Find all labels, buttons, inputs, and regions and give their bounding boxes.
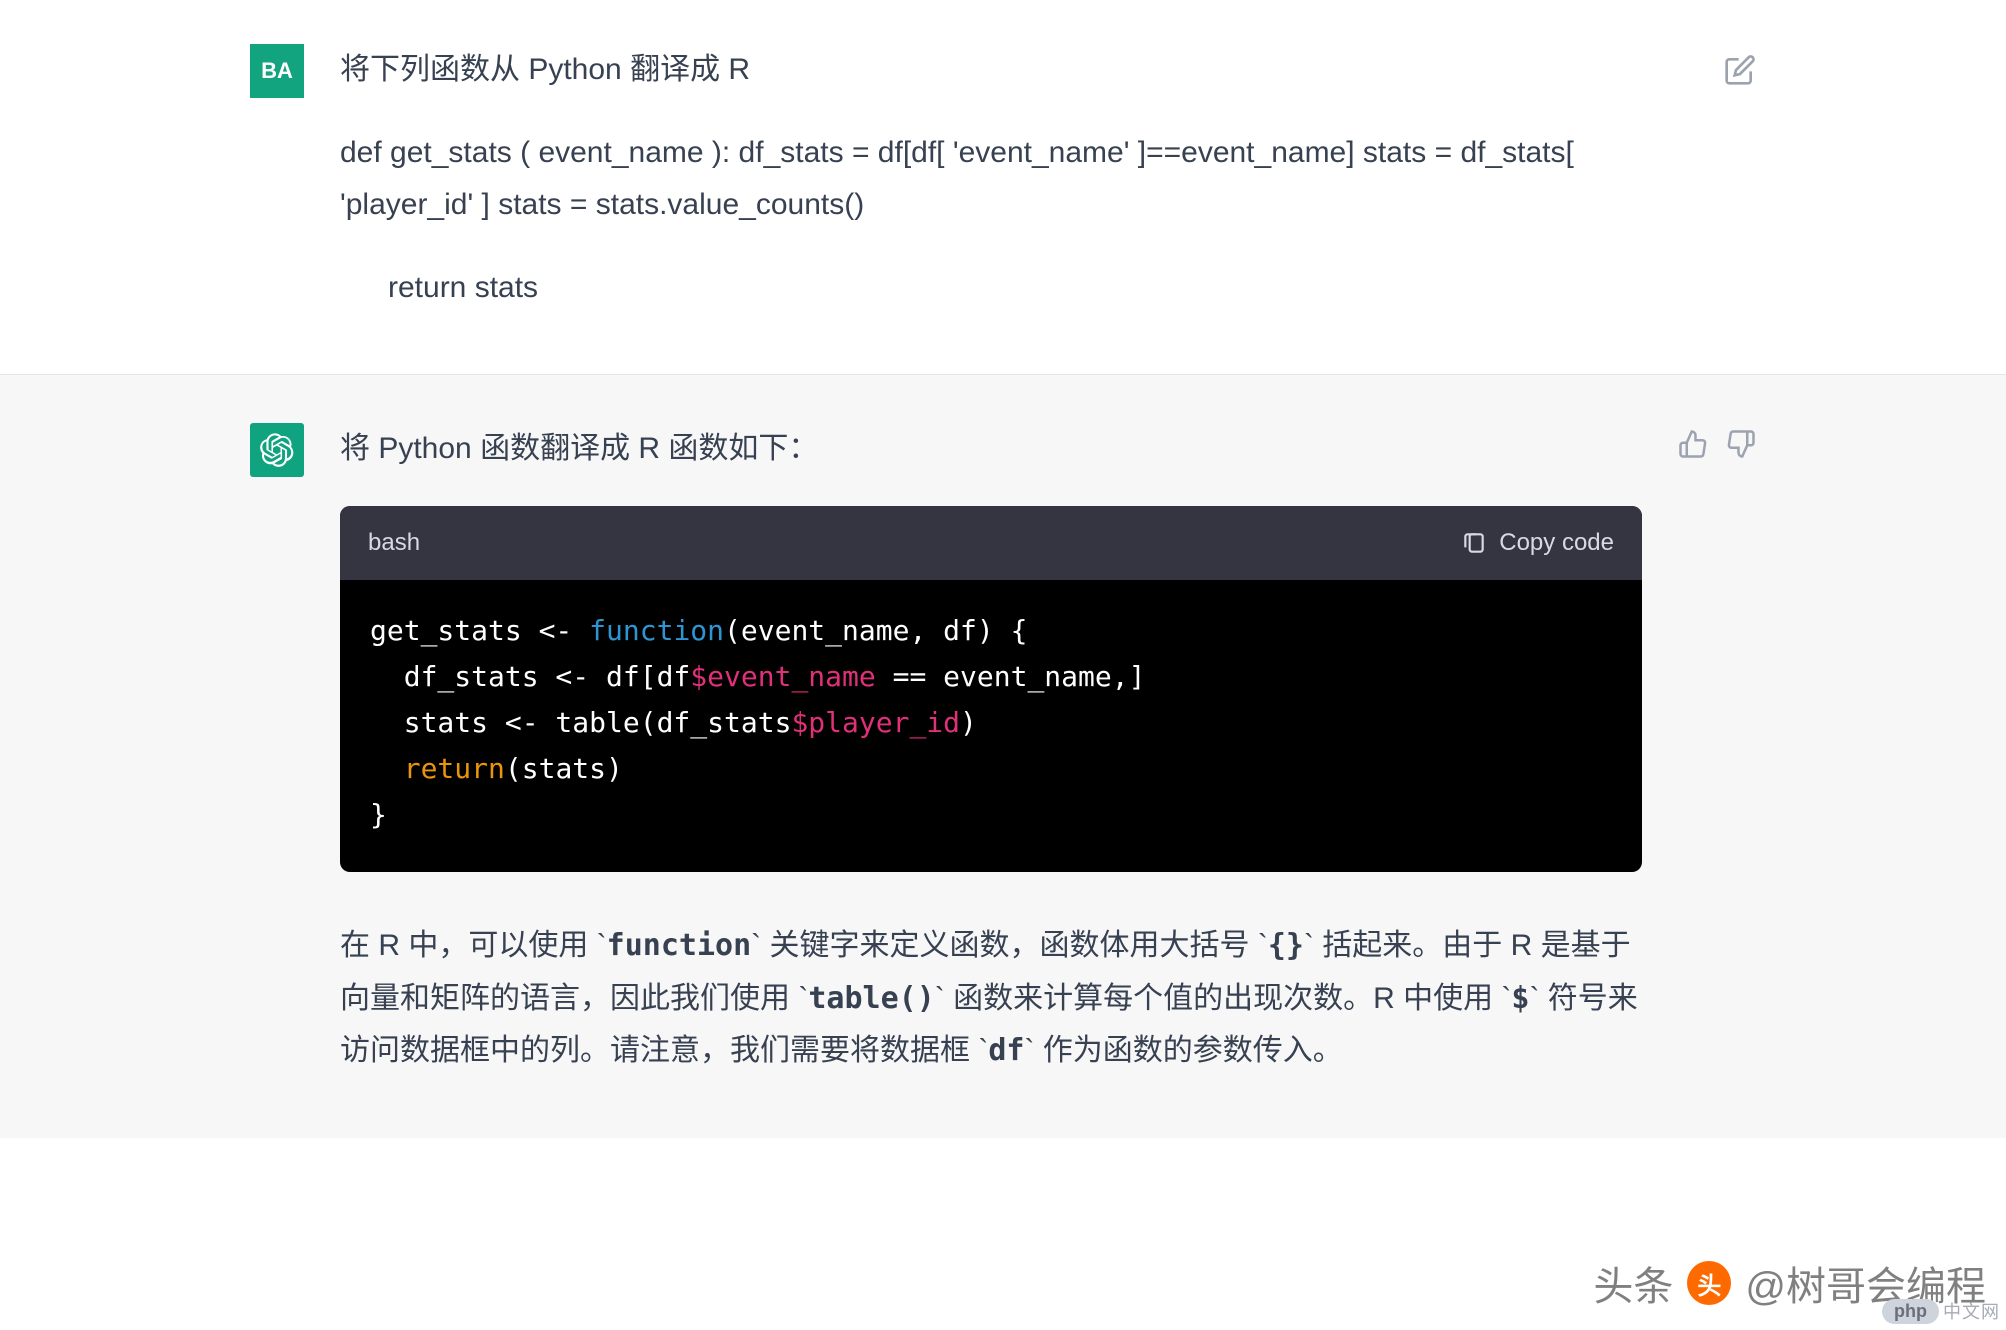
copy-code-label: Copy code: [1499, 522, 1614, 564]
code-token: }: [370, 798, 387, 831]
user-avatar: BA: [250, 44, 304, 98]
user-code-line: def get_stats ( event_name ): df_stats =…: [340, 127, 1688, 232]
code-token: get_stats <-: [370, 614, 589, 647]
code-language-label: bash: [368, 522, 420, 564]
code-block: bash Copy code get_stats <- function(eve…: [340, 506, 1642, 873]
code-token: [370, 752, 404, 785]
code-body: get_stats <- function(event_name, df) { …: [340, 580, 1642, 873]
inline-code: table(): [808, 981, 934, 1016]
code-token: == event_name,]: [876, 660, 1146, 693]
assistant-intro: 将 Python 函数翻译成 R 函数如下：: [340, 423, 1642, 476]
assistant-content: 将 Python 函数翻译成 R 函数如下： bash Copy code ge…: [340, 423, 1642, 1078]
text: 在 R 中，可以使用 `: [340, 929, 607, 962]
assistant-message: 将 Python 函数翻译成 R 函数如下： bash Copy code ge…: [0, 374, 2006, 1138]
code-token: return: [404, 752, 505, 785]
user-message: BA 将下列函数从 Python 翻译成 R def get_stats ( e…: [0, 0, 2006, 374]
php-logo: php: [1882, 1299, 1939, 1324]
code-token: $player_id: [791, 706, 960, 739]
assistant-avatar: [250, 423, 304, 477]
user-prompt-title: 将下列函数从 Python 翻译成 R: [340, 44, 1688, 97]
text: ` 函数来计算每个值的出现次数。R 中使用 `: [935, 982, 1512, 1015]
watermark-logo-icon: 头: [1687, 1261, 1731, 1305]
watermark-prefix: 头条: [1593, 1254, 1673, 1312]
code-token: function: [589, 614, 724, 647]
feedback-buttons: [1678, 429, 1756, 1078]
assistant-explanation: 在 R 中，可以使用 `function` 关键字来定义函数，函数体用大括号 `…: [340, 920, 1642, 1078]
code-token: (event_name, df) {: [724, 614, 1027, 647]
thumbs-up-icon[interactable]: [1678, 429, 1708, 459]
copy-code-button[interactable]: Copy code: [1461, 522, 1614, 564]
user-code-line: return stats: [340, 262, 1688, 315]
edit-icon[interactable]: [1724, 54, 1756, 86]
clipboard-icon: [1461, 530, 1487, 556]
thumbs-down-icon[interactable]: [1726, 429, 1756, 459]
code-token: ): [960, 706, 977, 739]
code-header: bash Copy code: [340, 506, 1642, 580]
code-token: (stats): [505, 752, 623, 785]
code-token: $event_name: [690, 660, 875, 693]
code-token: stats <- table(df_stats: [370, 706, 791, 739]
inline-code: df: [988, 1033, 1024, 1068]
inline-code: $: [1511, 981, 1529, 1016]
php-text: 中文网: [1943, 1298, 2000, 1324]
inline-code: {}: [1268, 928, 1304, 963]
text: ` 关键字来定义函数，函数体用大括号 `: [751, 929, 1268, 962]
user-content: 将下列函数从 Python 翻译成 R def get_stats ( even…: [340, 44, 1688, 314]
text: ` 作为函数的参数传入。: [1024, 1034, 1342, 1067]
inline-code: function: [607, 928, 752, 963]
php-badge: php 中文网: [1882, 1298, 2000, 1324]
code-token: df_stats <- df[df: [370, 660, 690, 693]
